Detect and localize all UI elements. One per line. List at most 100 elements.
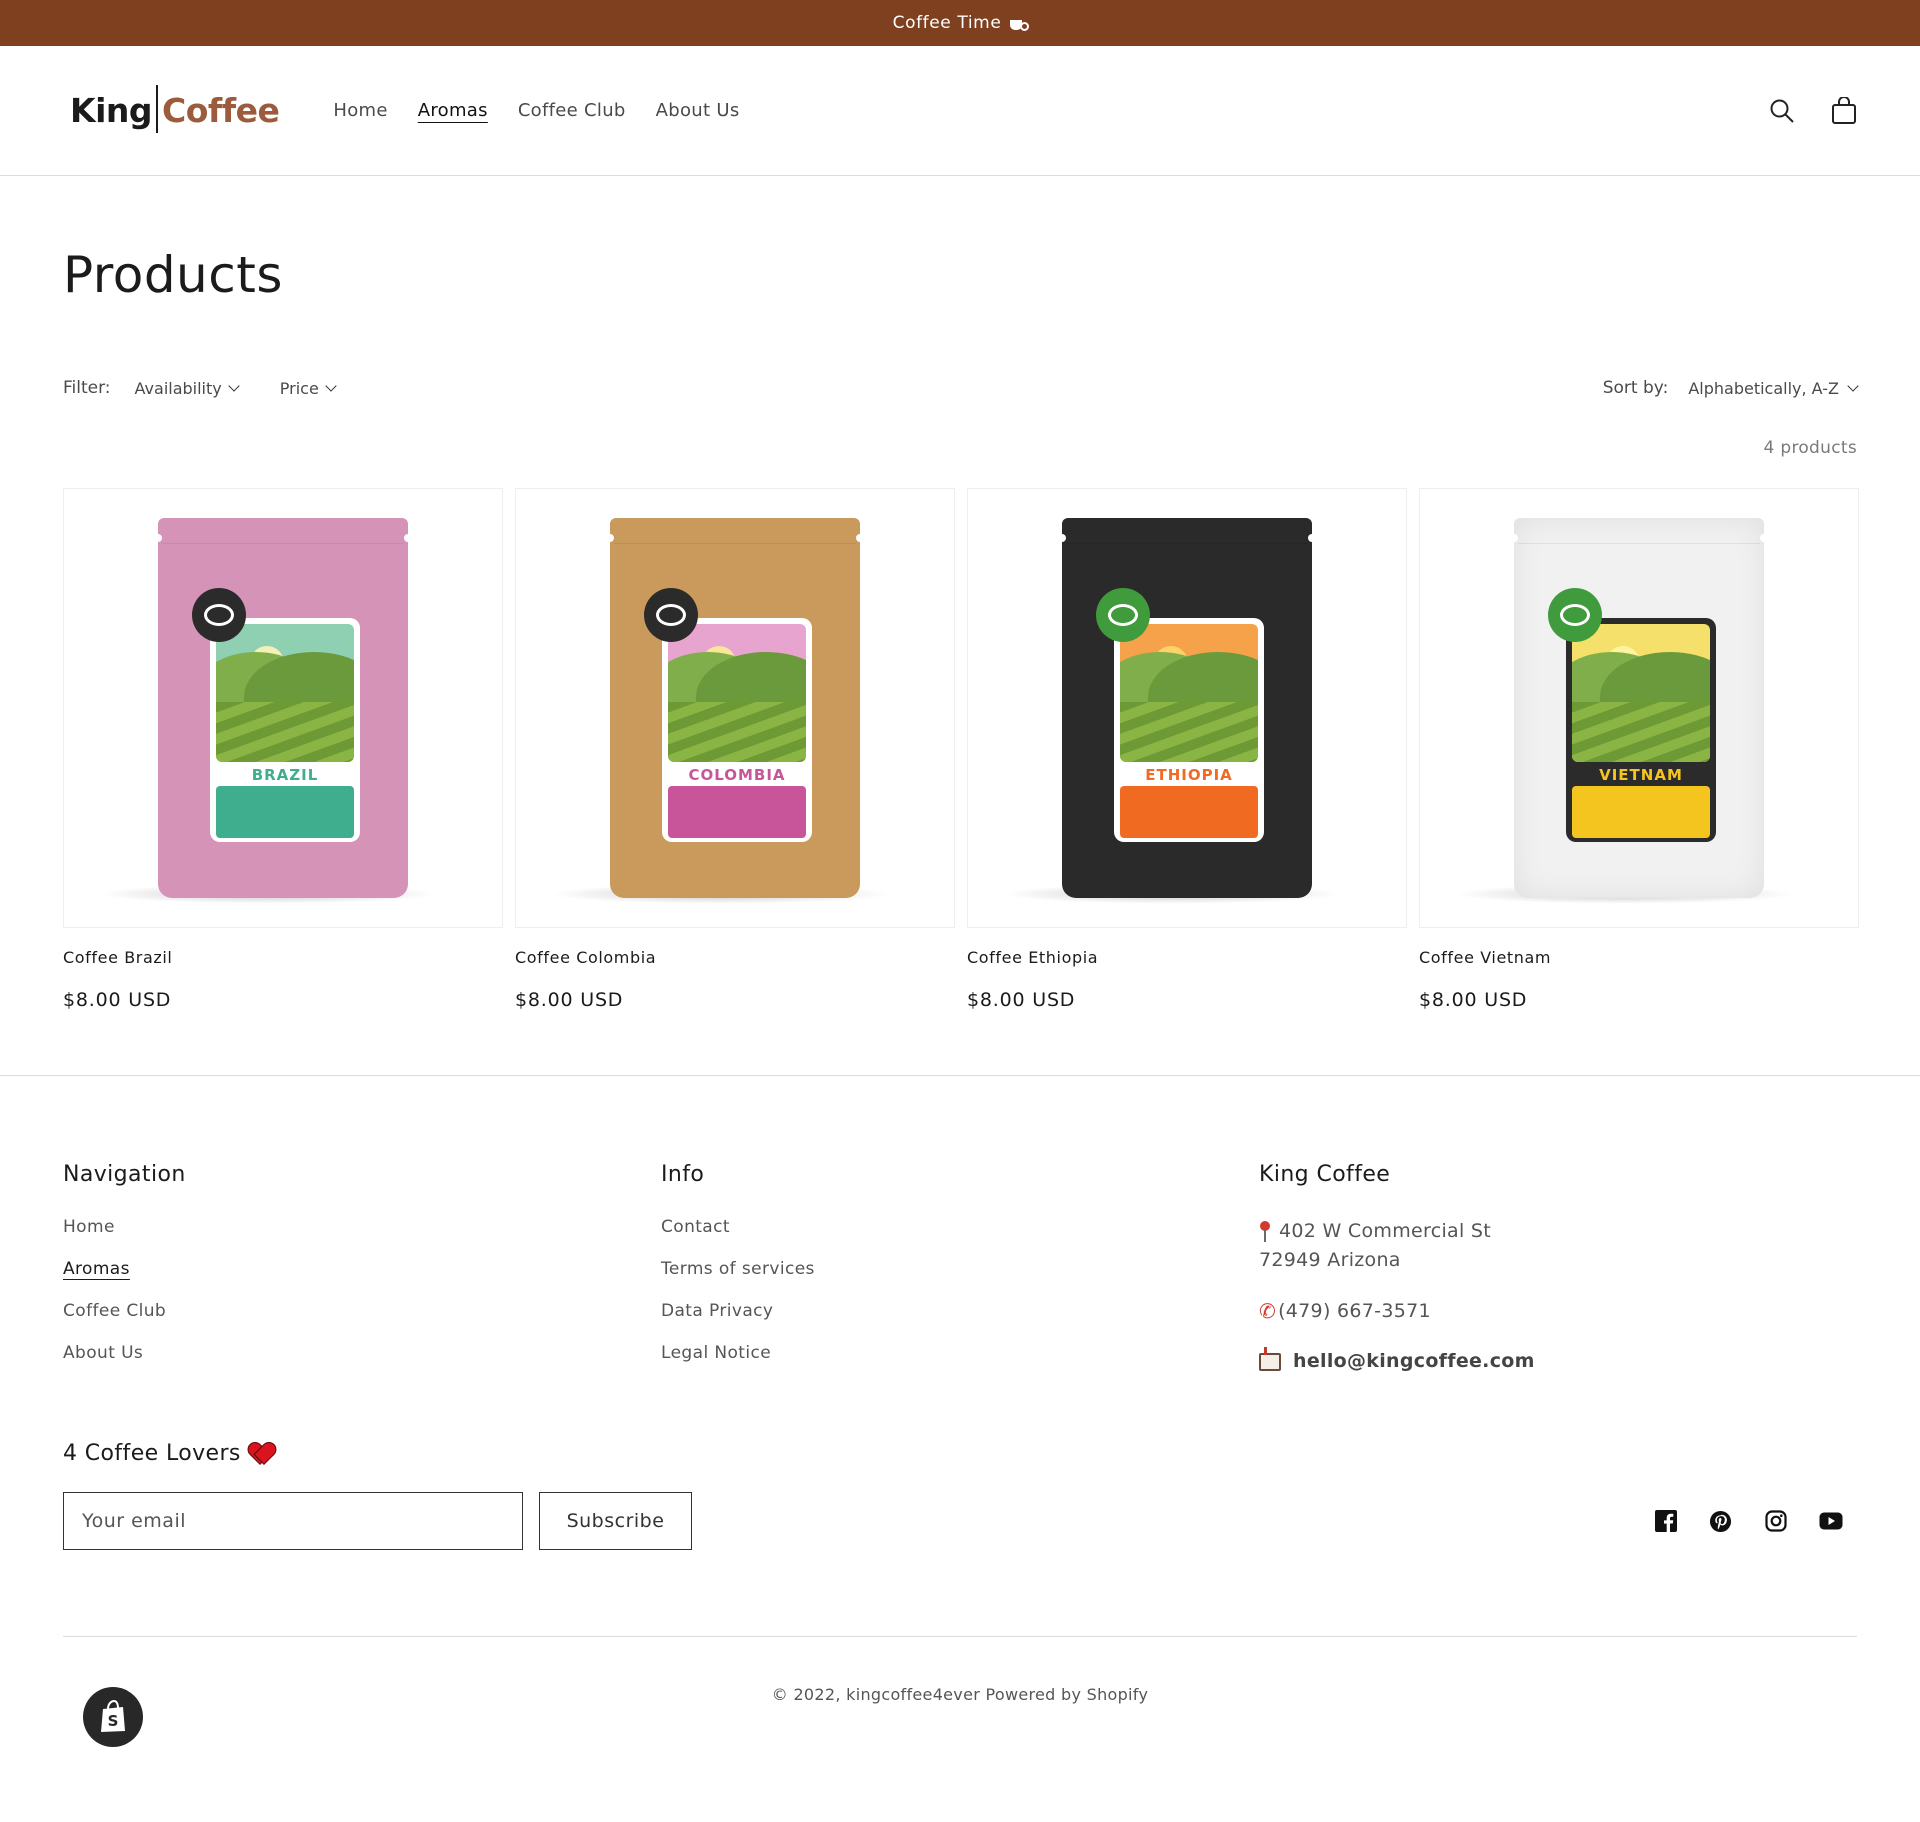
bag-info-panel bbox=[668, 786, 806, 838]
bag-origin-label: VIETNAM bbox=[1599, 766, 1683, 784]
product-price: $8.00 USD bbox=[1419, 989, 1528, 1011]
product-title[interactable]: Coffee Colombia bbox=[515, 948, 955, 967]
field-shape bbox=[216, 702, 354, 762]
heart-icon bbox=[249, 1443, 273, 1465]
youtube-icon[interactable] bbox=[1818, 1509, 1843, 1534]
sort-control: Sort by: Alphabetically, A-Z bbox=[1603, 378, 1859, 398]
bag-notch bbox=[1058, 534, 1066, 542]
main-content: Products Filter: Availability Price Sort… bbox=[0, 246, 1920, 1011]
footer-navigation: Navigation Home Aromas Coffee Club About… bbox=[63, 1162, 661, 1385]
coffee-bean-badge-icon bbox=[644, 588, 698, 642]
footer-navigation-title: Navigation bbox=[63, 1162, 186, 1187]
svg-text:S: S bbox=[108, 1712, 119, 1730]
filter-bar: Filter: Availability Price Sort by: Alph… bbox=[63, 378, 1859, 398]
bag-seal bbox=[614, 526, 856, 544]
nav-home[interactable]: Home bbox=[333, 100, 387, 121]
footer-company: King Coffee 402 W Commercial St 72949 Ar… bbox=[1259, 1162, 1857, 1385]
bag-notch bbox=[404, 534, 412, 542]
product-price: $8.00 USD bbox=[515, 989, 624, 1011]
bag-notch bbox=[1760, 534, 1768, 542]
footer-link-coffee-club[interactable]: Coffee Club bbox=[63, 1301, 661, 1321]
product-grid: BRAZIL Coffee Brazil $8.00 USD COLOMBIA … bbox=[63, 488, 1859, 1011]
pinterest-icon[interactable] bbox=[1708, 1509, 1733, 1534]
product-image[interactable]: COLOMBIA bbox=[515, 488, 955, 928]
bag-origin-label: BRAZIL bbox=[251, 766, 319, 784]
subscribe-button[interactable]: Subscribe bbox=[539, 1492, 692, 1550]
facebook-icon[interactable] bbox=[1653, 1509, 1678, 1534]
nav-aromas[interactable]: Aromas bbox=[418, 100, 488, 121]
nav-coffee-club[interactable]: Coffee Club bbox=[518, 100, 626, 121]
footer-link-home[interactable]: Home bbox=[63, 1217, 661, 1237]
bag-scene bbox=[216, 624, 354, 762]
product-card[interactable]: BRAZIL Coffee Brazil $8.00 USD bbox=[63, 488, 503, 1011]
footer-company-title: King Coffee bbox=[1259, 1162, 1391, 1187]
coffee-bag-illustration: BRAZIL bbox=[98, 518, 438, 904]
sort-select[interactable]: Alphabetically, A-Z bbox=[1688, 379, 1859, 398]
coffee-bag-illustration: COLOMBIA bbox=[550, 518, 890, 904]
field-shape bbox=[1120, 702, 1258, 762]
logo-text-king: King bbox=[70, 91, 153, 130]
pin-icon bbox=[1259, 1220, 1271, 1243]
coffee-bean-badge-icon bbox=[192, 588, 246, 642]
announcement-bar: Coffee Time bbox=[0, 0, 1920, 46]
cart-icon[interactable] bbox=[1830, 96, 1858, 125]
search-icon[interactable] bbox=[1768, 97, 1796, 125]
footer-link-terms[interactable]: Terms of services bbox=[661, 1259, 1259, 1279]
logo[interactable]: King Coffee bbox=[70, 84, 280, 135]
footer-link-legal-notice[interactable]: Legal Notice bbox=[661, 1343, 1259, 1363]
bag-scene bbox=[1572, 624, 1710, 762]
product-title[interactable]: Coffee Vietnam bbox=[1419, 948, 1859, 967]
address-line-2: 72949 Arizona bbox=[1259, 1249, 1401, 1272]
field-shape bbox=[668, 702, 806, 762]
phone-line[interactable]: ✆ (479) 667-3571 bbox=[1259, 1296, 1857, 1327]
bag-label: ETHIOPIA bbox=[1114, 618, 1264, 842]
newsletter-title: 4 Coffee Lovers bbox=[63, 1441, 1857, 1466]
footer-link-aromas[interactable]: Aromas bbox=[63, 1259, 661, 1279]
instagram-icon[interactable] bbox=[1763, 1509, 1788, 1534]
logo-divider bbox=[156, 84, 158, 133]
email-input[interactable] bbox=[63, 1492, 523, 1550]
site-footer: Navigation Home Aromas Coffee Club About… bbox=[0, 1075, 1920, 1806]
footer-link-data-privacy[interactable]: Data Privacy bbox=[661, 1301, 1259, 1321]
shopify-bag-icon[interactable]: S bbox=[83, 1687, 143, 1747]
product-card[interactable]: COLOMBIA Coffee Colombia $8.00 USD bbox=[515, 488, 955, 1011]
footer-info: Info Contact Terms of services Data Priv… bbox=[661, 1162, 1259, 1385]
filter-price[interactable]: Price bbox=[280, 379, 337, 398]
bag-info-panel bbox=[216, 786, 354, 838]
product-card[interactable]: ETHIOPIA Coffee Ethiopia $8.00 USD bbox=[967, 488, 1407, 1011]
product-count: 4 products bbox=[1763, 438, 1857, 458]
announcement-text: Coffee Time bbox=[892, 13, 1002, 33]
footer-bottom: © 2022, kingcoffee4ever Powered by Shopi… bbox=[63, 1636, 1857, 1806]
footer-columns: Navigation Home Aromas Coffee Club About… bbox=[63, 1162, 1857, 1385]
coffee-bag-illustration: ETHIOPIA bbox=[1002, 518, 1342, 904]
bag-label: VIETNAM bbox=[1566, 618, 1716, 842]
bag-notch bbox=[1308, 534, 1316, 542]
product-image[interactable]: ETHIOPIA bbox=[967, 488, 1407, 928]
footer-link-contact[interactable]: Contact bbox=[661, 1217, 1259, 1237]
bag-scene bbox=[1120, 624, 1258, 762]
product-card[interactable]: VIETNAM Coffee Vietnam $8.00 USD bbox=[1419, 488, 1859, 1011]
product-title[interactable]: Coffee Ethiopia bbox=[967, 948, 1407, 967]
product-image[interactable]: BRAZIL bbox=[63, 488, 503, 928]
newsletter-row: Subscribe bbox=[63, 1492, 1857, 1550]
footer-link-about-us[interactable]: About Us bbox=[63, 1343, 661, 1363]
coffee-bag-illustration: VIETNAM bbox=[1454, 518, 1794, 904]
filter-label: Filter: bbox=[63, 378, 111, 398]
header-icons bbox=[1768, 96, 1858, 125]
site-header: King Coffee Home Aromas Coffee Club Abou… bbox=[0, 46, 1920, 176]
bag-origin-label: COLOMBIA bbox=[688, 766, 786, 784]
copyright: © 2022, kingcoffee4ever Powered by Shopi… bbox=[771, 1685, 1149, 1704]
chevron-down-icon bbox=[1847, 379, 1859, 392]
product-image[interactable]: VIETNAM bbox=[1419, 488, 1859, 928]
product-title[interactable]: Coffee Brazil bbox=[63, 948, 503, 967]
bag-seal bbox=[162, 526, 404, 544]
email-line[interactable]: hello@kingcoffee.com bbox=[1259, 1346, 1857, 1376]
bag-seal bbox=[1066, 526, 1308, 544]
bag-info-panel bbox=[1120, 786, 1258, 838]
filter-availability[interactable]: Availability bbox=[135, 379, 240, 398]
chevron-down-icon bbox=[325, 379, 337, 392]
social-links bbox=[1653, 1509, 1843, 1534]
bag-label: COLOMBIA bbox=[662, 618, 812, 842]
nav-about-us[interactable]: About Us bbox=[656, 100, 740, 121]
bag-notch bbox=[1510, 534, 1518, 542]
